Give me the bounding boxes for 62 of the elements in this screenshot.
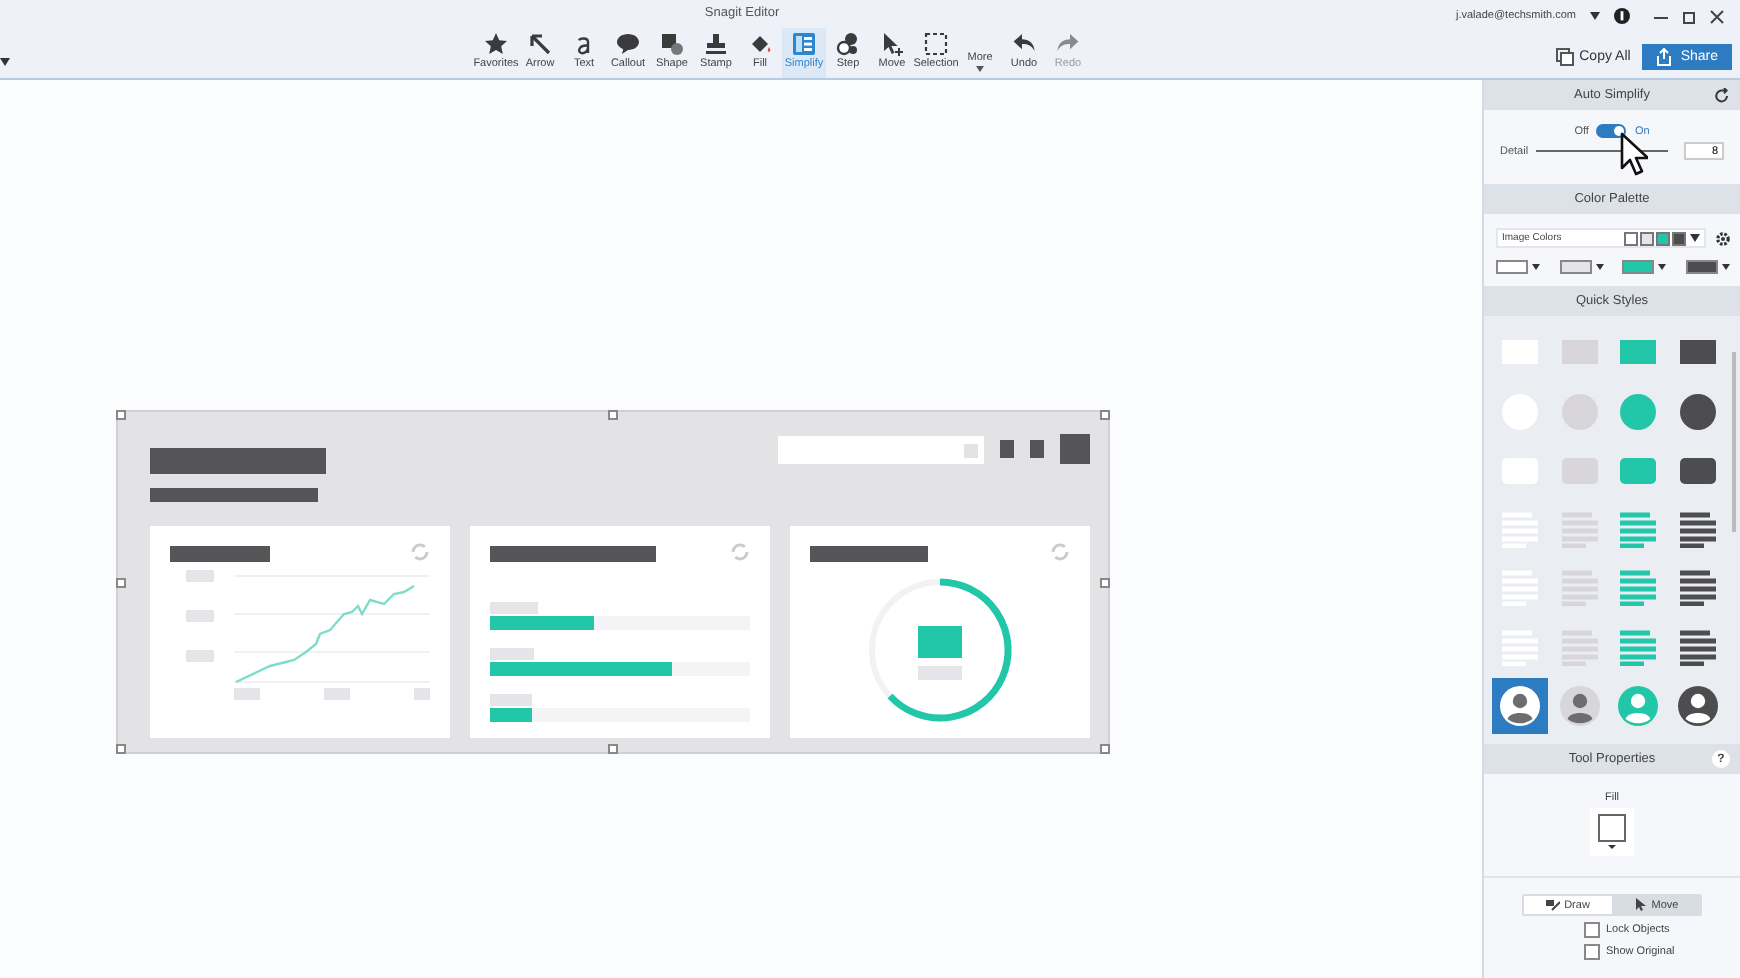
notification-icon[interactable] xyxy=(1614,8,1630,24)
fill-color-button[interactable] xyxy=(1590,808,1634,856)
rounded-rectangle-style-icon xyxy=(1679,457,1715,483)
caret-icon xyxy=(976,65,984,71)
resize-handle[interactable] xyxy=(1100,410,1110,420)
speech-bubble-icon xyxy=(616,32,640,56)
circles-icon xyxy=(836,32,860,56)
layout-icon xyxy=(792,32,816,56)
circle-style-icon xyxy=(1679,393,1715,429)
restore-icon[interactable] xyxy=(1682,9,1696,23)
resize-handle[interactable] xyxy=(116,410,126,420)
pointer-icon xyxy=(1633,898,1648,912)
close-icon[interactable] xyxy=(1710,9,1724,23)
checkbox[interactable] xyxy=(1584,922,1600,938)
draw-icon xyxy=(1546,898,1561,912)
caret-icon[interactable] xyxy=(0,58,10,66)
resize-handle[interactable] xyxy=(116,577,126,587)
fill-swatch-icon xyxy=(1598,814,1626,850)
resize-handle[interactable] xyxy=(1100,744,1110,754)
caret-icon xyxy=(1690,234,1700,242)
text-lines-style-icon xyxy=(1679,629,1715,665)
copy-icon xyxy=(1555,48,1574,66)
arrow-icon xyxy=(528,32,552,56)
shapes-icon xyxy=(660,32,684,56)
rounded-rectangle-style-icon xyxy=(1620,457,1656,483)
circle-style-icon xyxy=(1620,393,1656,429)
toggle-switch[interactable] xyxy=(1596,124,1627,138)
star-icon xyxy=(484,32,508,56)
person-style-icon xyxy=(1618,686,1658,726)
text-lines-style-icon xyxy=(1620,629,1656,665)
dashed-square-icon xyxy=(924,32,948,56)
person-style-icon xyxy=(1677,686,1717,726)
resize-handle[interactable] xyxy=(116,744,126,754)
share-icon xyxy=(1656,48,1673,66)
pointer-icon xyxy=(880,32,904,56)
person-style-icon xyxy=(1559,686,1599,726)
resize-handle[interactable] xyxy=(608,744,618,754)
text-lines-style-icon xyxy=(1620,511,1656,547)
color-dropdown[interactable] xyxy=(1622,260,1667,274)
gear-icon[interactable] xyxy=(1716,231,1730,245)
color-dropdown[interactable] xyxy=(1685,260,1730,274)
rectangle-style-icon xyxy=(1679,340,1715,364)
resize-handle[interactable] xyxy=(1100,577,1110,587)
text-lines-style-icon xyxy=(1679,511,1715,547)
color-dropdown[interactable] xyxy=(1559,260,1604,274)
stamp-icon xyxy=(704,32,728,56)
quick-style[interactable] xyxy=(1492,678,1548,734)
person-style-icon xyxy=(1500,686,1540,726)
cursor-icon xyxy=(1620,132,1648,176)
color-dropdown[interactable] xyxy=(1496,260,1540,274)
scrollbar[interactable] xyxy=(1732,352,1736,532)
caret-icon xyxy=(1595,264,1604,270)
resize-handle[interactable] xyxy=(608,410,618,420)
rectangle-style-icon xyxy=(1620,340,1656,364)
caret-icon[interactable] xyxy=(1590,12,1600,20)
reset-icon[interactable] xyxy=(1714,88,1730,104)
caret-icon xyxy=(1721,264,1730,270)
text-lines-style-icon xyxy=(1679,570,1715,606)
text-lines-style-icon xyxy=(1620,570,1656,606)
caret-icon xyxy=(1532,264,1540,270)
checkbox[interactable] xyxy=(1584,944,1600,960)
caret-icon xyxy=(1658,264,1667,270)
